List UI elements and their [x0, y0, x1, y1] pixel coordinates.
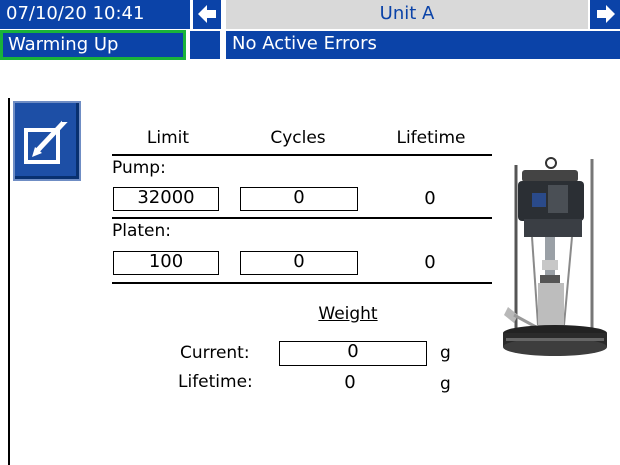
current-weight-label: Current:	[180, 343, 250, 363]
arrow-left-icon	[198, 5, 216, 23]
table-bottom-divider	[112, 282, 492, 284]
equipment-image	[500, 155, 610, 380]
arrow-right-icon	[597, 5, 615, 23]
unit-name-display: Unit A	[226, 0, 588, 29]
pump-limit-field[interactable]: 32000	[113, 187, 219, 211]
lifetime-weight-label: Lifetime:	[178, 372, 253, 392]
edit-pencil-icon	[24, 113, 71, 164]
lifetime-weight-value: 0	[344, 372, 356, 393]
platen-limit-field[interactable]: 100	[113, 251, 219, 275]
row-divider	[112, 217, 492, 219]
pump-platen-illustration	[503, 157, 607, 356]
edit-button[interactable]	[13, 101, 81, 181]
next-unit-button[interactable]	[590, 0, 620, 29]
status-spacer	[190, 31, 220, 59]
cycles-header: Cycles	[270, 128, 326, 148]
platen-lifetime-value: 0	[424, 252, 436, 273]
platen-cycles-field[interactable]: 0	[240, 251, 358, 275]
header-divider	[112, 154, 492, 156]
prev-unit-button[interactable]	[193, 0, 221, 29]
lifetime-header: Lifetime	[396, 128, 466, 148]
current-weight-field[interactable]: 0	[279, 341, 427, 366]
left-frame-line	[8, 98, 10, 465]
limit-header: Limit	[146, 128, 190, 148]
current-weight-unit: g	[440, 343, 451, 363]
weight-title: Weight	[318, 304, 378, 324]
pump-lifetime-value: 0	[424, 188, 436, 209]
datetime-display: 07/10/20 10:41	[0, 0, 190, 29]
pump-cycles-field[interactable]: 0	[240, 187, 358, 211]
lifetime-weight-unit: g	[440, 374, 451, 394]
pump-label: Pump:	[112, 158, 166, 178]
platen-label: Platen:	[112, 221, 172, 241]
system-state: Warming Up	[0, 30, 186, 60]
error-status: No Active Errors	[226, 31, 620, 59]
